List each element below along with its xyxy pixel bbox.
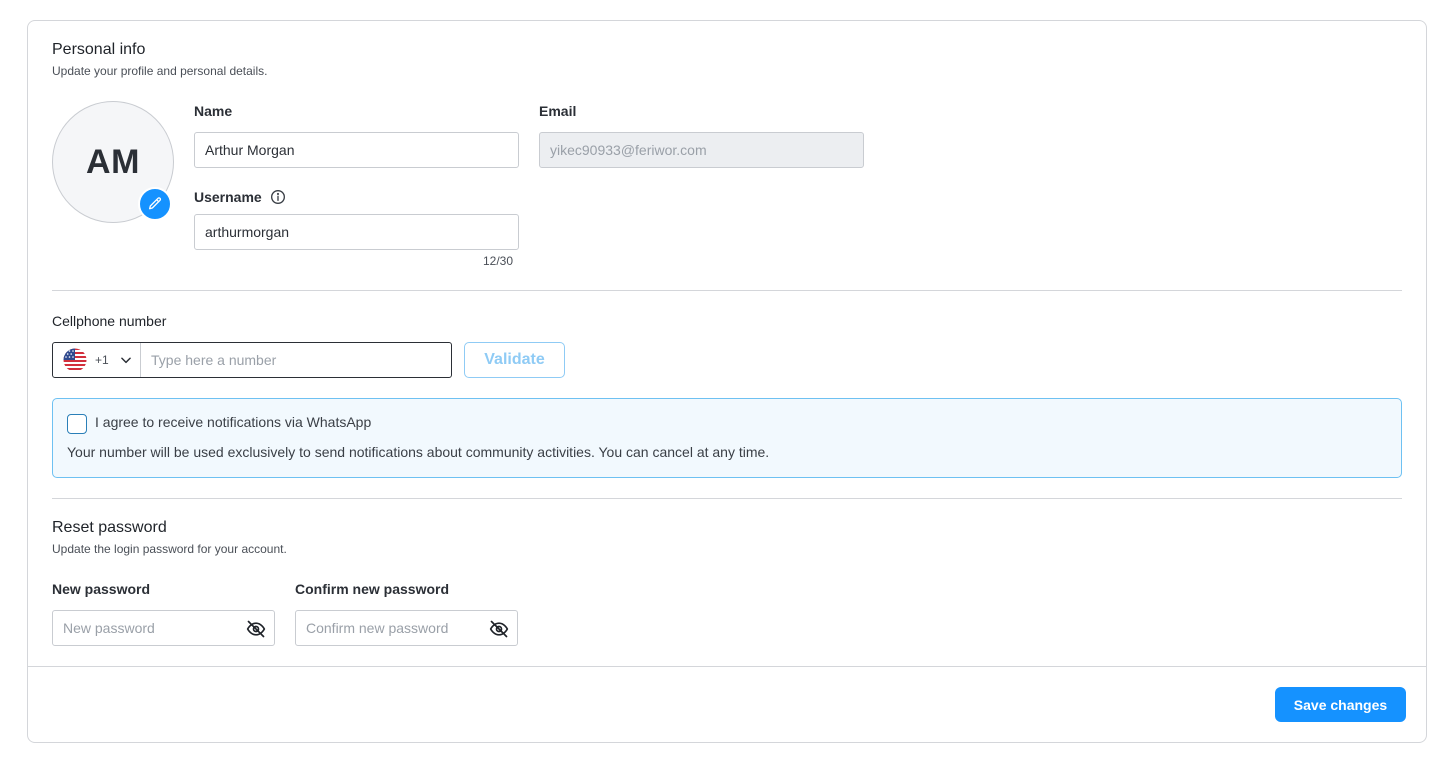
whatsapp-consent-label[interactable]: I agree to receive notifications via Wha…: [95, 414, 371, 430]
section-title-personal-info: Personal info: [52, 41, 146, 58]
chevron-down-icon: [120, 357, 131, 364]
edit-avatar-button[interactable]: [138, 187, 172, 221]
section-title-reset-password: Reset password: [52, 519, 167, 536]
name-label: Name: [194, 103, 233, 119]
username-input[interactable]: arthurmorgan: [194, 214, 519, 250]
validate-button[interactable]: Validate: [464, 342, 565, 378]
username-label-row: Username: [194, 189, 286, 205]
new-password-input[interactable]: New password: [52, 610, 275, 646]
confirm-password-label: Confirm new password: [295, 581, 450, 597]
country-code-select[interactable]: +1: [53, 343, 141, 377]
confirm-password-placeholder: Confirm new password: [306, 620, 449, 636]
whatsapp-consent-checkbox[interactable]: [67, 414, 87, 434]
username-input-value: arthurmorgan: [205, 224, 290, 240]
divider: [52, 498, 1402, 499]
username-char-counter: 12/30: [483, 254, 514, 268]
divider: [52, 290, 1402, 291]
cellphone-label: Cellphone number: [52, 313, 167, 329]
phone-number-placeholder: Type here a number: [151, 352, 277, 368]
username-label: Username: [194, 189, 262, 205]
avatar-initials: AM: [86, 142, 140, 181]
eye-off-icon[interactable]: [246, 619, 266, 639]
us-flag-icon: [63, 348, 87, 372]
section-subtitle-reset-password: Update the login password for your accou…: [52, 542, 287, 556]
footer-divider: [28, 666, 1426, 667]
info-icon[interactable]: [270, 189, 286, 205]
new-password-label: New password: [52, 581, 151, 597]
name-input[interactable]: Arthur Morgan: [194, 132, 519, 168]
country-dial-code: +1: [95, 353, 109, 367]
whatsapp-consent-note: Your number will be used exclusively to …: [67, 444, 770, 460]
phone-field: +1 Type here a number: [52, 342, 452, 378]
save-changes-button[interactable]: Save changes: [1275, 687, 1406, 722]
pencil-icon: [149, 197, 162, 210]
new-password-placeholder: New password: [63, 620, 155, 636]
eye-off-icon[interactable]: [489, 619, 509, 639]
email-input-value: yikec90933@feriwor.com: [550, 142, 707, 158]
whatsapp-consent-box: I agree to receive notifications via Wha…: [52, 398, 1402, 478]
name-input-value: Arthur Morgan: [205, 142, 295, 158]
email-label: Email: [539, 103, 577, 119]
section-subtitle-personal-info: Update your profile and personal details…: [52, 64, 268, 78]
email-input: yikec90933@feriwor.com: [539, 132, 864, 168]
settings-card: Personal info Update your profile and pe…: [27, 20, 1427, 743]
confirm-password-input[interactable]: Confirm new password: [295, 610, 518, 646]
phone-number-input[interactable]: Type here a number: [141, 352, 451, 368]
